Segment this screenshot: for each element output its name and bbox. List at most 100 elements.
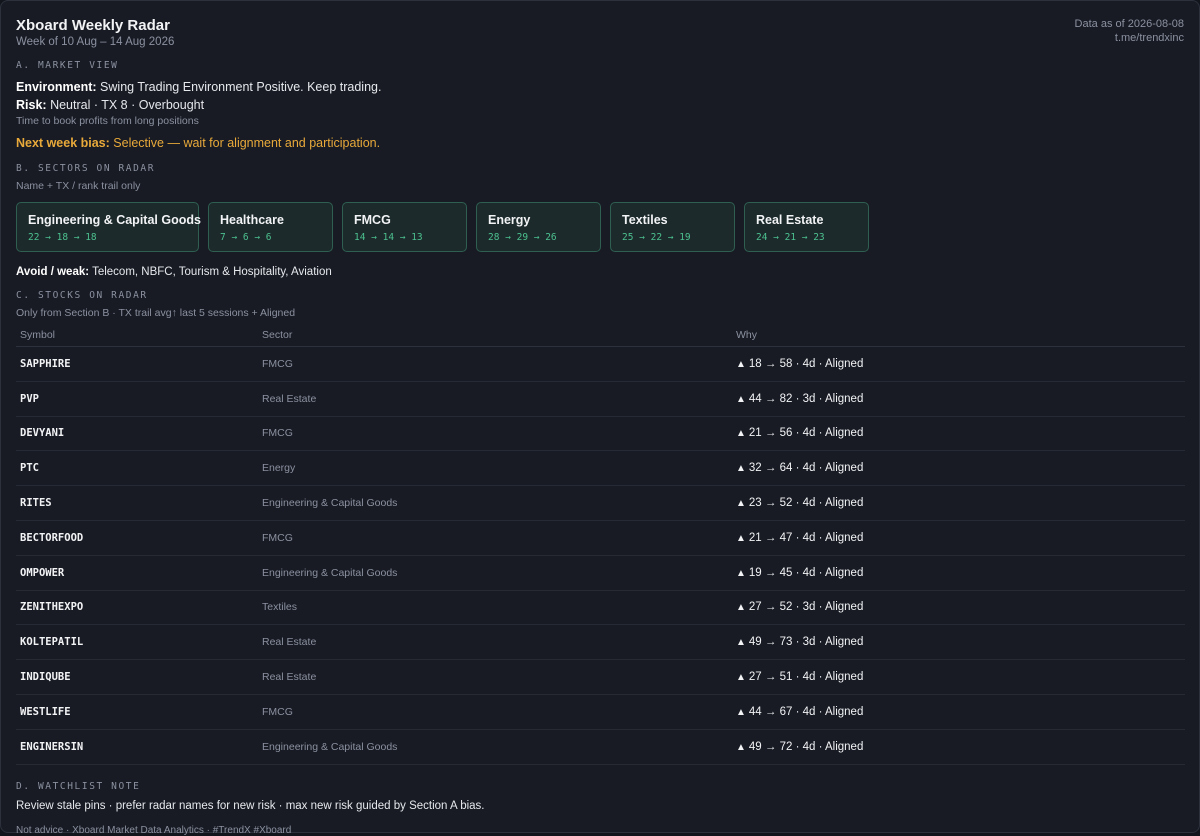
sector-card-name: Real Estate	[756, 213, 824, 227]
sector-cards: Engineering & Capital Goods 22 → 18 → 18…	[16, 202, 1184, 252]
stock-sector: Real Estate	[258, 624, 732, 661]
sector-card[interactable]: FMCG 14 → 14 → 13	[342, 202, 467, 252]
triangle-up-icon: ▲	[736, 428, 746, 440]
triangle-up-icon: ▲	[736, 463, 746, 475]
stock-sector: FMCG	[258, 694, 732, 730]
sector-card-trail: 25 → 22 → 19	[622, 232, 691, 243]
sector-card-name: Energy	[488, 213, 531, 227]
triangle-up-icon: ▲	[736, 637, 746, 649]
stock-sector: Engineering & Capital Goods	[258, 729, 732, 765]
table-header-row: Symbol Sector Why	[16, 329, 1185, 347]
stock-sector: FMCG	[258, 520, 732, 556]
avoid-line: Avoid / weak: Telecom, NBFC, Tourism & H…	[16, 264, 1184, 281]
bias-label: Next week bias:	[16, 136, 110, 150]
environment-value: Swing Trading Environment Positive. Keep…	[100, 80, 382, 94]
stock-sector: Engineering & Capital Goods	[258, 485, 732, 521]
stock-why-text: 21 → 47 · 4d · Aligned	[748, 531, 864, 544]
sectors-note: Name + TX / rank trail only	[16, 180, 141, 192]
bias-line: Next week bias: Selective — wait for ali…	[16, 135, 1184, 152]
stock-sector: FMCG	[258, 346, 732, 382]
avoid-label: Avoid / weak:	[16, 266, 90, 278]
table-row[interactable]: BECTORFOOD FMCG ▲ 21 → 47 · 4d · Aligned	[16, 520, 1185, 556]
stock-why: ▲ 44 → 67 · 4d · Aligned	[732, 694, 1185, 730]
sector-card[interactable]: Healthcare 7 → 6 → 6	[208, 202, 333, 252]
header-meta: Data as of 2026-08-08 t.me/trendxinc	[1075, 17, 1184, 45]
table-row[interactable]: PTC Energy ▲ 32 → 64 · 4d · Aligned	[16, 450, 1185, 487]
stock-sector: Textiles	[258, 590, 732, 626]
watchlist-note: Review stale pins · prefer radar names f…	[16, 799, 485, 812]
stock-why-text: 21 → 56 · 4d · Aligned	[748, 427, 864, 440]
stock-why-text: 27 → 52 · 3d · Aligned	[748, 601, 864, 614]
stock-why: ▲ 44 → 82 · 3d · Aligned	[732, 381, 1185, 417]
sector-card-trail: 14 → 14 → 13	[354, 232, 423, 243]
column-sector[interactable]: Sector	[258, 329, 732, 347]
stock-why-text: 44 → 82 · 3d · Aligned	[748, 392, 864, 405]
sector-card[interactable]: Energy 28 → 29 → 26	[476, 202, 601, 252]
page-title: Xboard Weekly Radar	[16, 17, 170, 34]
table-row[interactable]: RITES Engineering & Capital Goods ▲ 23 → 52…	[16, 485, 1185, 521]
triangle-up-icon: ▲	[736, 741, 746, 753]
table-row[interactable]: DEVYANI FMCG ▲ 21 → 56 · 4d · Aligned	[16, 416, 1185, 452]
stock-symbol[interactable]: WESTLIFE	[16, 694, 258, 730]
sector-card[interactable]: Engineering & Capital Goods 22 → 18 → 18	[16, 202, 201, 252]
triangle-up-icon: ▲	[736, 532, 746, 544]
stock-why-text: 18 → 58 · 4d · Aligned	[748, 357, 864, 370]
table-row[interactable]: WESTLIFE FMCG ▲ 44 → 67 · 4d · Aligned	[16, 694, 1185, 730]
footer-disclaimer: Not advice · Xboard Market Data Analytic…	[16, 824, 292, 836]
stock-why: ▲ 49 → 72 · 4d · Aligned	[732, 729, 1185, 765]
stock-why: ▲ 18 → 58 · 4d · Aligned	[732, 346, 1185, 382]
stock-symbol[interactable]: PTC	[16, 450, 258, 487]
triangle-up-icon: ▲	[736, 672, 746, 684]
stock-why-text: 19 → 45 · 4d · Aligned	[748, 566, 864, 579]
stock-why-text: 27 → 51 · 4d · Aligned	[748, 671, 864, 684]
stock-symbol[interactable]: BECTORFOOD	[16, 520, 258, 556]
stock-why-text: 49 → 73 · 3d · Aligned	[748, 636, 864, 649]
triangle-up-icon: ▲	[736, 567, 746, 579]
avoid-value: Telecom, NBFC, Tourism & Hospitality, Av…	[92, 266, 332, 278]
table-row[interactable]: OMPOWER Engineering & Capital Goods ▲ 19 → …	[16, 555, 1185, 591]
stock-symbol[interactable]: PVP	[16, 381, 258, 417]
stock-symbol[interactable]: KOLTEPATIL	[16, 624, 258, 661]
stock-symbol[interactable]: ZENITHEXPO	[16, 590, 258, 626]
sector-card-name: FMCG	[354, 213, 391, 227]
triangle-up-icon: ▲	[736, 602, 746, 614]
table-row[interactable]: ENGINERSIN Engineering & Capital Goods ▲ 49…	[16, 729, 1185, 765]
radar-panel: Xboard Weekly Radar Week of 10 Aug – 14 …	[0, 0, 1200, 836]
stock-symbol[interactable]: ENGINERSIN	[16, 729, 258, 765]
triangle-up-icon: ▲	[736, 358, 746, 370]
sector-card-trail: 22 → 18 → 18	[28, 232, 97, 243]
sector-card-trail: 7 → 6 → 6	[220, 232, 272, 243]
sector-card[interactable]: Real Estate 24 → 21 → 23	[744, 202, 869, 252]
risk-value: Neutral · TX 8 · Overbought	[50, 98, 205, 112]
sector-card-trail: 28 → 29 → 26	[488, 232, 557, 243]
stock-symbol[interactable]: DEVYANI	[16, 416, 258, 452]
sector-card-name: Engineering & Capital Goods	[28, 213, 201, 227]
stock-sector: FMCG	[258, 416, 732, 452]
stock-why: ▲ 21 → 47 · 4d · Aligned	[732, 520, 1185, 556]
stock-symbol[interactable]: RITES	[16, 485, 258, 521]
stock-why-text: 32 → 64 · 4d · Aligned	[748, 462, 864, 475]
stock-sector: Engineering & Capital Goods	[258, 555, 732, 591]
table-row[interactable]: KOLTEPATIL Real Estate ▲ 49 → 73 · 3d · Ali…	[16, 624, 1185, 661]
stock-why: ▲ 23 → 52 · 4d · Aligned	[732, 485, 1185, 521]
environment-label: Environment:	[16, 80, 97, 94]
column-why[interactable]: Why	[732, 329, 1185, 347]
stock-why: ▲ 27 → 52 · 3d · Aligned	[732, 590, 1185, 626]
risk-line: Risk: Neutral · TX 8 · Overbought	[16, 97, 1184, 114]
channel-link[interactable]: t.me/trendxinc	[1075, 31, 1184, 45]
table-row[interactable]: ZENITHEXPO Textiles ▲ 27 → 52 · 3d · Aligne…	[16, 590, 1185, 626]
table-row[interactable]: INDIQUBE Real Estate ▲ 27 → 51 · 4d · Align…	[16, 659, 1185, 695]
triangle-up-icon: ▲	[736, 393, 746, 405]
section-b-label: B. SECTORS ON RADAR	[16, 163, 156, 174]
column-symbol[interactable]: Symbol	[16, 329, 258, 347]
table-row[interactable]: PVP Real Estate ▲ 44 → 82 · 3d · Aligned	[16, 381, 1185, 417]
stock-why-text: 23 → 52 · 4d · Aligned	[748, 497, 864, 510]
sector-card[interactable]: Textiles 25 → 22 → 19	[610, 202, 735, 252]
stock-symbol[interactable]: OMPOWER	[16, 555, 258, 591]
section-a-label: A. MARKET VIEW	[16, 60, 119, 71]
stock-symbol[interactable]: INDIQUBE	[16, 659, 258, 695]
stock-symbol[interactable]: SAPPHIRE	[16, 346, 258, 382]
bias-value: Selective — wait for alignment and parti…	[113, 136, 381, 150]
table-row[interactable]: SAPPHIRE FMCG ▲ 18 → 58 · 4d · Aligned	[16, 346, 1185, 382]
triangle-up-icon: ▲	[736, 706, 746, 718]
